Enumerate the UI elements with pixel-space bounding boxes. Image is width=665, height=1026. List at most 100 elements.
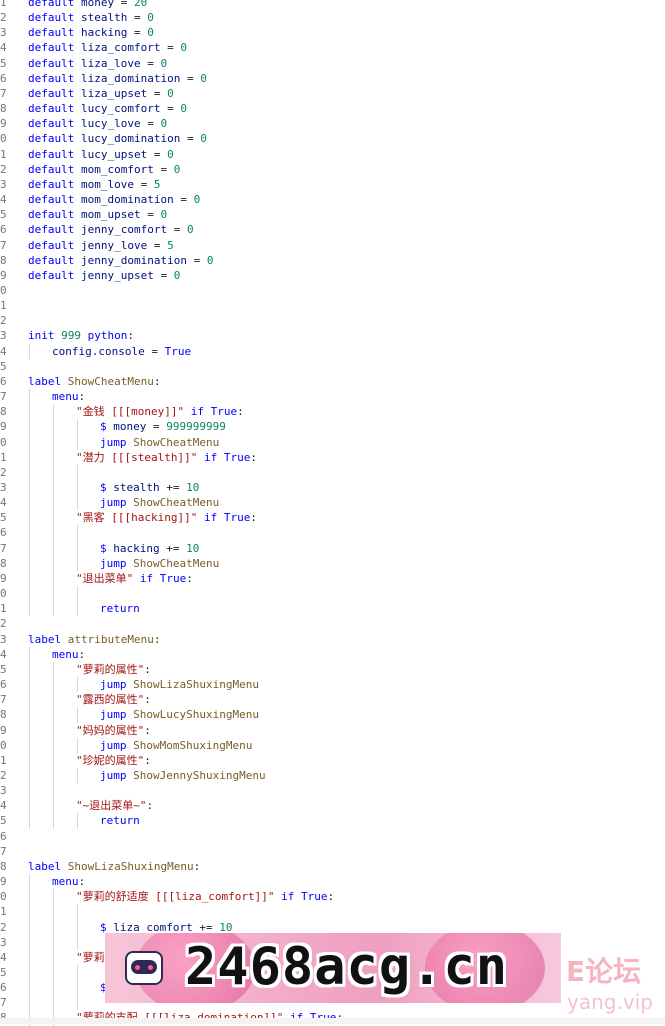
code-line[interactable]: 5 <box>0 359 665 374</box>
code-line[interactable]: 6 <box>0 829 665 844</box>
code-line[interactable]: 5 "萝莉的属性": <box>0 661 665 678</box>
indent-guide <box>29 813 30 829</box>
code-line[interactable]: 9 default lucy_love = 0 <box>0 116 665 131</box>
code-line[interactable]: 1 return <box>0 601 665 617</box>
code-line[interactable]: 2 default mom_comfort = 0 <box>0 162 665 177</box>
code-line[interactable]: 0 <box>0 586 665 602</box>
code-token: default <box>28 238 81 252</box>
code-line[interactable]: 8 default jenny_domination = 0 <box>0 253 665 268</box>
code-token: default <box>28 162 81 176</box>
indent-guide <box>53 555 54 571</box>
code-line[interactable]: 6 jump ShowLizaShuxingMenu <box>0 677 665 693</box>
code-line[interactable]: 0 <box>0 283 665 298</box>
line-number: 2 <box>0 920 7 934</box>
code-line[interactable]: 1 default lucy_upset = 0 <box>0 147 665 162</box>
indent-guide <box>29 525 30 541</box>
code-line[interactable]: 9 default jenny_upset = 0 <box>0 268 665 283</box>
code-line[interactable]: 6 default jenny_comfort = 0 <box>0 222 665 237</box>
code-line[interactable]: 1 default money = 20 <box>0 0 665 10</box>
code-line[interactable]: 0 default lucy_domination = 0 <box>0 131 665 146</box>
code-line[interactable]: 1 <box>0 298 665 313</box>
code-line[interactable]: 7 menu: <box>0 389 665 405</box>
code-token: hacking <box>80 26 128 40</box>
code-line[interactable]: 4 "~退出菜单~": <box>0 798 665 814</box>
code-editor[interactable]: 1 default money = 20 2 default stealth = 03… <box>0 0 665 1026</box>
code-line[interactable]: 4 default liza_comfort = 0 <box>0 40 665 55</box>
code-line[interactable]: 4 config.console = True <box>0 343 665 359</box>
code-line[interactable]: 5 "黑客 [[[hacking]]" if True: <box>0 510 665 526</box>
code-line[interactable]: 2 <box>0 616 665 631</box>
code-line[interactable]: 2 jump ShowJennyShuxingMenu <box>0 767 665 784</box>
code-token: 0 <box>160 117 168 131</box>
code-text: default mom_love = 5 <box>28 177 160 192</box>
code-line[interactable]: 8 "金钱 [[[money]]" if True: <box>0 404 665 420</box>
code-line[interactable]: 7 default jenny_love = 5 <box>0 238 665 253</box>
code-text: "黑客 [[[hacking]]" if True: <box>76 510 257 525</box>
indent-guide <box>77 434 78 450</box>
code-line[interactable]: 3 default hacking = 0 <box>0 25 665 40</box>
code-token: $ <box>100 920 114 934</box>
code-line[interactable]: 4 default mom_domination = 0 <box>0 192 665 207</box>
code-line[interactable]: 2 <box>0 313 665 328</box>
indent-guide <box>77 525 78 541</box>
gamepad-icon <box>125 951 163 985</box>
line-number: 3 <box>0 177 7 191</box>
code-token: True <box>159 571 187 585</box>
code-line[interactable]: 3 init 999 python: <box>0 328 665 343</box>
code-token: = <box>140 117 161 131</box>
code-line[interactable]: 9 $ money = 999999999 <box>0 419 665 435</box>
indent-guide <box>77 419 78 435</box>
line-number: 1 <box>0 299 7 313</box>
code-line[interactable]: 9 "退出菜单" if True: <box>0 570 665 587</box>
code-line[interactable]: 4 jump ShowCheatMenu <box>0 495 665 511</box>
code-line[interactable]: 3 <box>0 783 665 799</box>
code-token: = <box>127 11 148 25</box>
code-line[interactable]: 0 "萝莉的舒适度 [[[liza_comfort]]" if True: <box>0 889 665 905</box>
code-line[interactable]: 1 <box>0 904 665 920</box>
code-line[interactable]: 3 label attributeMenu: <box>0 632 665 647</box>
ad-banner[interactable]: 2468acg.cn <box>105 933 561 1003</box>
code-line[interactable]: 0 jump ShowMomShuxingMenu <box>0 737 665 753</box>
code-line[interactable]: 2 default stealth = 0 <box>0 10 665 25</box>
code-text: default mom_comfort = 0 <box>28 162 180 177</box>
code-token: = <box>147 238 168 252</box>
code-line[interactable]: 6 default liza_domination = 0 <box>0 71 665 86</box>
code-line[interactable]: 8 label ShowLizaShuxingMenu: <box>0 859 665 874</box>
code-token: = <box>167 223 187 237</box>
code-token: jenny_domination <box>80 253 187 267</box>
line-number: 0 <box>0 435 7 449</box>
code-token: = <box>153 268 174 282</box>
code-line[interactable]: 7 default liza_upset = 0 <box>0 86 665 101</box>
code-line[interactable]: 6 <box>0 525 665 541</box>
code-line[interactable]: 8 default lucy_comfort = 0 <box>0 101 665 116</box>
code-line[interactable]: 1 "潜力 [[[stealth]]" if True: <box>0 449 665 465</box>
code-token: liza_comfort <box>113 920 193 934</box>
code-token: jenny_upset <box>80 268 154 282</box>
code-line[interactable]: 7 $ hacking += 10 <box>0 540 665 556</box>
code-token: 0 <box>173 268 181 282</box>
code-line[interactable]: 7 <box>0 844 665 859</box>
code-line[interactable]: 7 "露西的属性": <box>0 692 665 708</box>
code-token: : <box>127 329 134 343</box>
code-line[interactable]: 8 jump ShowLucyShuxingMenu <box>0 707 665 723</box>
code-token: liza_domination <box>80 71 181 85</box>
code-line[interactable]: 3 $ stealth += 10 <box>0 480 665 496</box>
code-line[interactable]: 9 "妈妈的属性": <box>0 722 665 738</box>
code-line[interactable]: 3 default mom_love = 5 <box>0 177 665 192</box>
code-line[interactable]: 0 jump ShowCheatMenu <box>0 434 665 450</box>
code-line[interactable]: 8 jump ShowCheatMenu <box>0 555 665 571</box>
code-token: = <box>140 208 161 222</box>
code-token: lucy_upset <box>80 147 148 161</box>
line-number: 5 <box>0 359 7 373</box>
indent-guide <box>53 677 54 693</box>
code-token: jump <box>100 435 134 449</box>
code-line[interactable]: 2 <box>0 464 665 480</box>
code-line[interactable]: 4 menu: <box>0 646 665 662</box>
code-line[interactable]: 1 "珍妮的属性": <box>0 752 665 768</box>
code-token: default <box>28 26 81 40</box>
code-line[interactable]: 9 menu: <box>0 874 665 890</box>
code-line[interactable]: 6 label ShowCheatMenu: <box>0 374 665 389</box>
code-line[interactable]: 5 default mom_upset = 0 <box>0 207 665 222</box>
code-line[interactable]: 5 default liza_love = 0 <box>0 56 665 71</box>
code-line[interactable]: 5 return <box>0 813 665 829</box>
